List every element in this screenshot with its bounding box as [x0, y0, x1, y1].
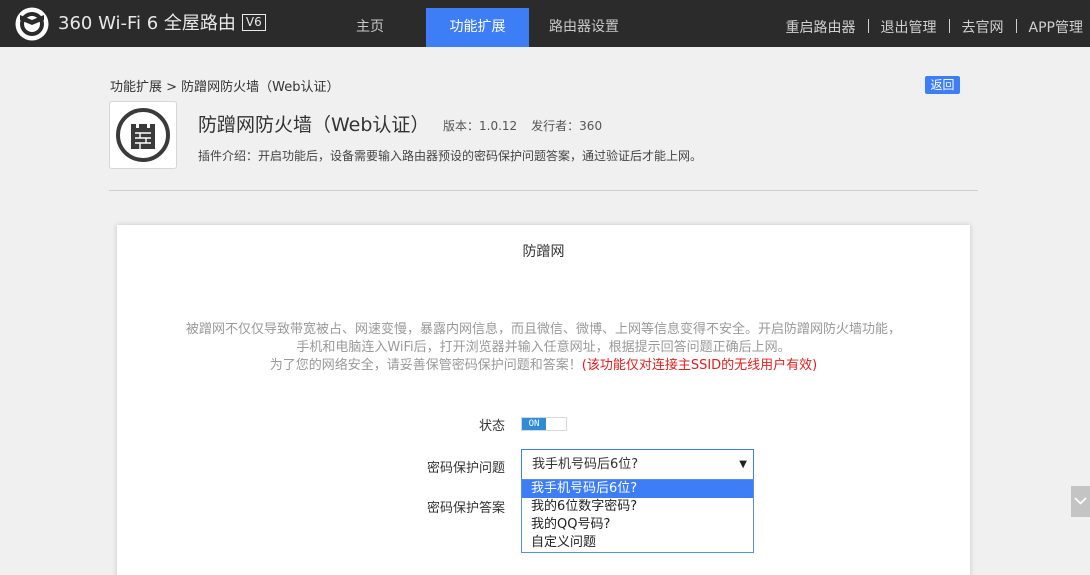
question-selected-value: 我手机号码后6位? [532, 457, 639, 472]
restart-router-link[interactable]: 重启路由器 [786, 20, 856, 36]
intro-line-3: 为了您的网络安全，请妥善保管密码保护问题和答案！(该功能仅对连接主SSID的无线… [117, 357, 970, 375]
link-separator [1015, 19, 1017, 33]
intro-warning: (该功能仅对连接主SSID的无线用户有效) [581, 358, 818, 373]
logout-link[interactable]: 退出管理 [881, 20, 937, 36]
question-label: 密码保护问题 [426, 461, 505, 476]
intro-line-2: 手机和电脑连入WiFi后，打开浏览器并输入任意网址，根据提示回答问题正确后上网。 [296, 340, 791, 355]
intro-line-1: 被蹭网不仅仅导致带宽被占、网速变慢，暴露内网信息，而且微信、微博、上网等信息变得… [185, 322, 901, 337]
breadcrumb: 功能扩展 > 防蹭网防火墙（Web认证） [110, 80, 340, 95]
app-manage-link[interactable]: APP管理 [1029, 20, 1083, 36]
back-button[interactable]: 返回 [925, 76, 960, 94]
plugin-version: 版本：1.0.12 [443, 119, 518, 133]
brand-badge: V6 [241, 14, 266, 31]
question-select[interactable]: 我手机号码后6位? ▼ [521, 449, 754, 480]
toggle-on-indicator: ON [522, 418, 546, 430]
plugin-icon-frame [109, 101, 177, 169]
dropdown-option[interactable]: 我的QQ号码? [522, 516, 753, 534]
scroll-down-button[interactable] [1071, 486, 1090, 517]
360-logo-icon [15, 7, 49, 41]
answer-label: 密码保护答案 [426, 501, 505, 516]
brand-name: 360 Wi-Fi 6 全屋路由 [58, 13, 236, 34]
status-toggle[interactable]: ON [521, 417, 567, 431]
top-right-links: 重启路由器 退出管理 去官网 APP管理 [786, 0, 1083, 47]
top-bar: 360 Wi-Fi 6 全屋路由 V6 主页 功能扩展 路由器设置 重启路由器 退出… [0, 0, 1090, 47]
header-divider [109, 190, 978, 191]
card-title: 防蹭网 [522, 244, 565, 260]
chevron-down-icon [1074, 497, 1087, 505]
nav-tab-router-settings[interactable]: 路由器设置 [538, 8, 630, 47]
nav-tab-extensions[interactable]: 功能扩展 [426, 8, 529, 47]
dropdown-option[interactable]: 我的6位数字密码? [522, 498, 753, 516]
settings-card: 防蹭网 被蹭网不仅仅导致带宽被占、网速变慢，暴露内网信息，而且微信、微博、上网等… [117, 225, 970, 575]
official-site-link[interactable]: 去官网 [962, 20, 1004, 36]
plugin-description: 插件介绍：开启功能后，设备需要输入路由器预设的密码保护问题答案，通过验证后才能上… [198, 149, 703, 163]
link-separator [867, 19, 869, 33]
status-label: 状态 [478, 419, 505, 434]
dropdown-option[interactable]: 我手机号码后6位? [522, 480, 753, 498]
plugin-title: 防蹭网防火墙（Web认证） [198, 114, 430, 136]
brand-title: 360 Wi-Fi 6 全屋路由 V6 [58, 11, 266, 37]
dropdown-arrow-icon: ▼ [739, 459, 747, 470]
plugin-meta: 版本：1.0.12 发行者：360 [443, 117, 616, 134]
castle-wall-icon [116, 108, 170, 162]
intro-line-3-text: 为了您的网络安全，请妥善保管密码保护问题和答案！ [269, 358, 582, 373]
link-separator [948, 19, 950, 33]
nav-tab-home[interactable]: 主页 [334, 8, 406, 47]
plugin-publisher: 发行者：360 [531, 119, 603, 133]
question-dropdown-list: 我手机号码后6位? 我的6位数字密码? 我的QQ号码? 自定义问题 [521, 479, 754, 553]
dropdown-option[interactable]: 自定义问题 [522, 534, 753, 552]
intro-text: 被蹭网不仅仅导致带宽被占、网速变慢，暴露内网信息，而且微信、微博、上网等信息变得… [117, 321, 970, 375]
